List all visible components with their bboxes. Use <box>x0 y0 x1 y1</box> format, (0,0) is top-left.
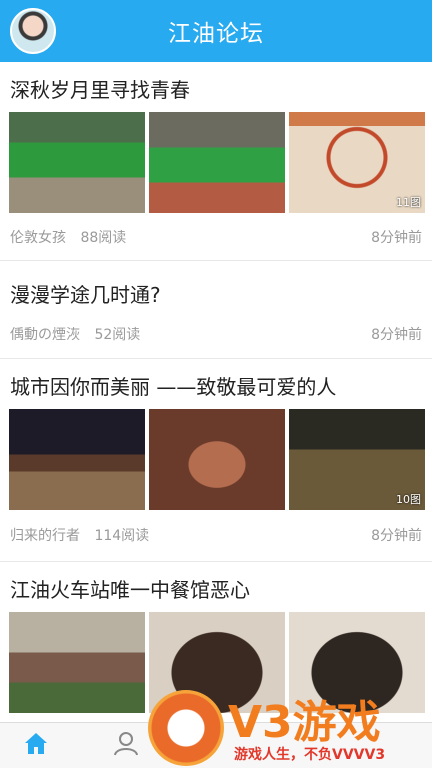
people-icon <box>114 732 138 756</box>
post-title[interactable]: 深秋岁月里寻找青春 <box>10 74 190 103</box>
post-meta: 偊動の煙洃 52阅读 8分钟前 <box>10 324 422 344</box>
tab-home[interactable] <box>16 729 56 765</box>
watermark-text: V3游戏 <box>228 697 381 748</box>
watermark: V3游戏 游戏人生，不负VVVV3 <box>148 686 432 768</box>
post-title[interactable]: 城市因你而美丽 ——致敬最可爱的人 <box>10 371 336 400</box>
post-image[interactable] <box>9 409 145 510</box>
post-image[interactable] <box>9 612 145 713</box>
post-time: 8分钟前 <box>371 230 422 246</box>
post-reads: 52阅读 <box>94 327 141 343</box>
post-reads: 88阅读 <box>80 230 127 246</box>
post-title[interactable]: 江油火车站唯一中餐馆恶心 <box>10 574 250 603</box>
watermark-subtitle: 游戏人生，不负VVVV3 <box>234 747 386 763</box>
post-item[interactable]: 漫漫学途几时通? 偊動の煙洃 52阅读 8分钟前 <box>0 261 432 359</box>
post-image[interactable]: 11图 <box>289 112 425 213</box>
post-author: 归来的行者 <box>10 528 80 544</box>
home-icon <box>25 733 47 754</box>
post-author: 偊動の煙洃 <box>10 327 80 343</box>
post-time: 8分钟前 <box>371 327 422 343</box>
post-images[interactable]: 11图 <box>9 112 425 213</box>
post-meta: 归来的行者 114阅读 8分钟前 <box>10 525 422 545</box>
post-image[interactable] <box>9 112 145 213</box>
image-count-badge: 11图 <box>396 196 421 209</box>
post-title[interactable]: 漫漫学途几时通? <box>10 279 161 308</box>
post-item[interactable]: 深秋岁月里寻找青春 11图 伦敦女孩 88阅读 8分钟前 <box>0 62 432 261</box>
post-author: 伦敦女孩 <box>10 230 66 246</box>
post-feed[interactable]: 深秋岁月里寻找青春 11图 伦敦女孩 88阅读 8分钟前 漫漫学途几时通? 偊動… <box>0 62 432 722</box>
tab-forum[interactable] <box>106 729 146 765</box>
post-meta: 伦敦女孩 88阅读 8分钟前 <box>10 227 422 247</box>
post-images[interactable]: 10图 <box>9 409 425 510</box>
post-image[interactable] <box>149 409 285 510</box>
top-app-bar: 江油论坛 <box>0 0 432 62</box>
post-image[interactable]: 10图 <box>289 409 425 510</box>
app-title: 江油论坛 <box>168 21 264 47</box>
post-image[interactable] <box>149 112 285 213</box>
post-reads: 114阅读 <box>94 528 150 544</box>
image-count-badge: 10图 <box>396 493 421 506</box>
post-time: 8分钟前 <box>371 528 422 544</box>
watermark-logo <box>148 690 224 766</box>
post-item[interactable]: 城市因你而美丽 ——致敬最可爱的人 10图 归来的行者 114阅读 8分钟前 <box>0 359 432 562</box>
